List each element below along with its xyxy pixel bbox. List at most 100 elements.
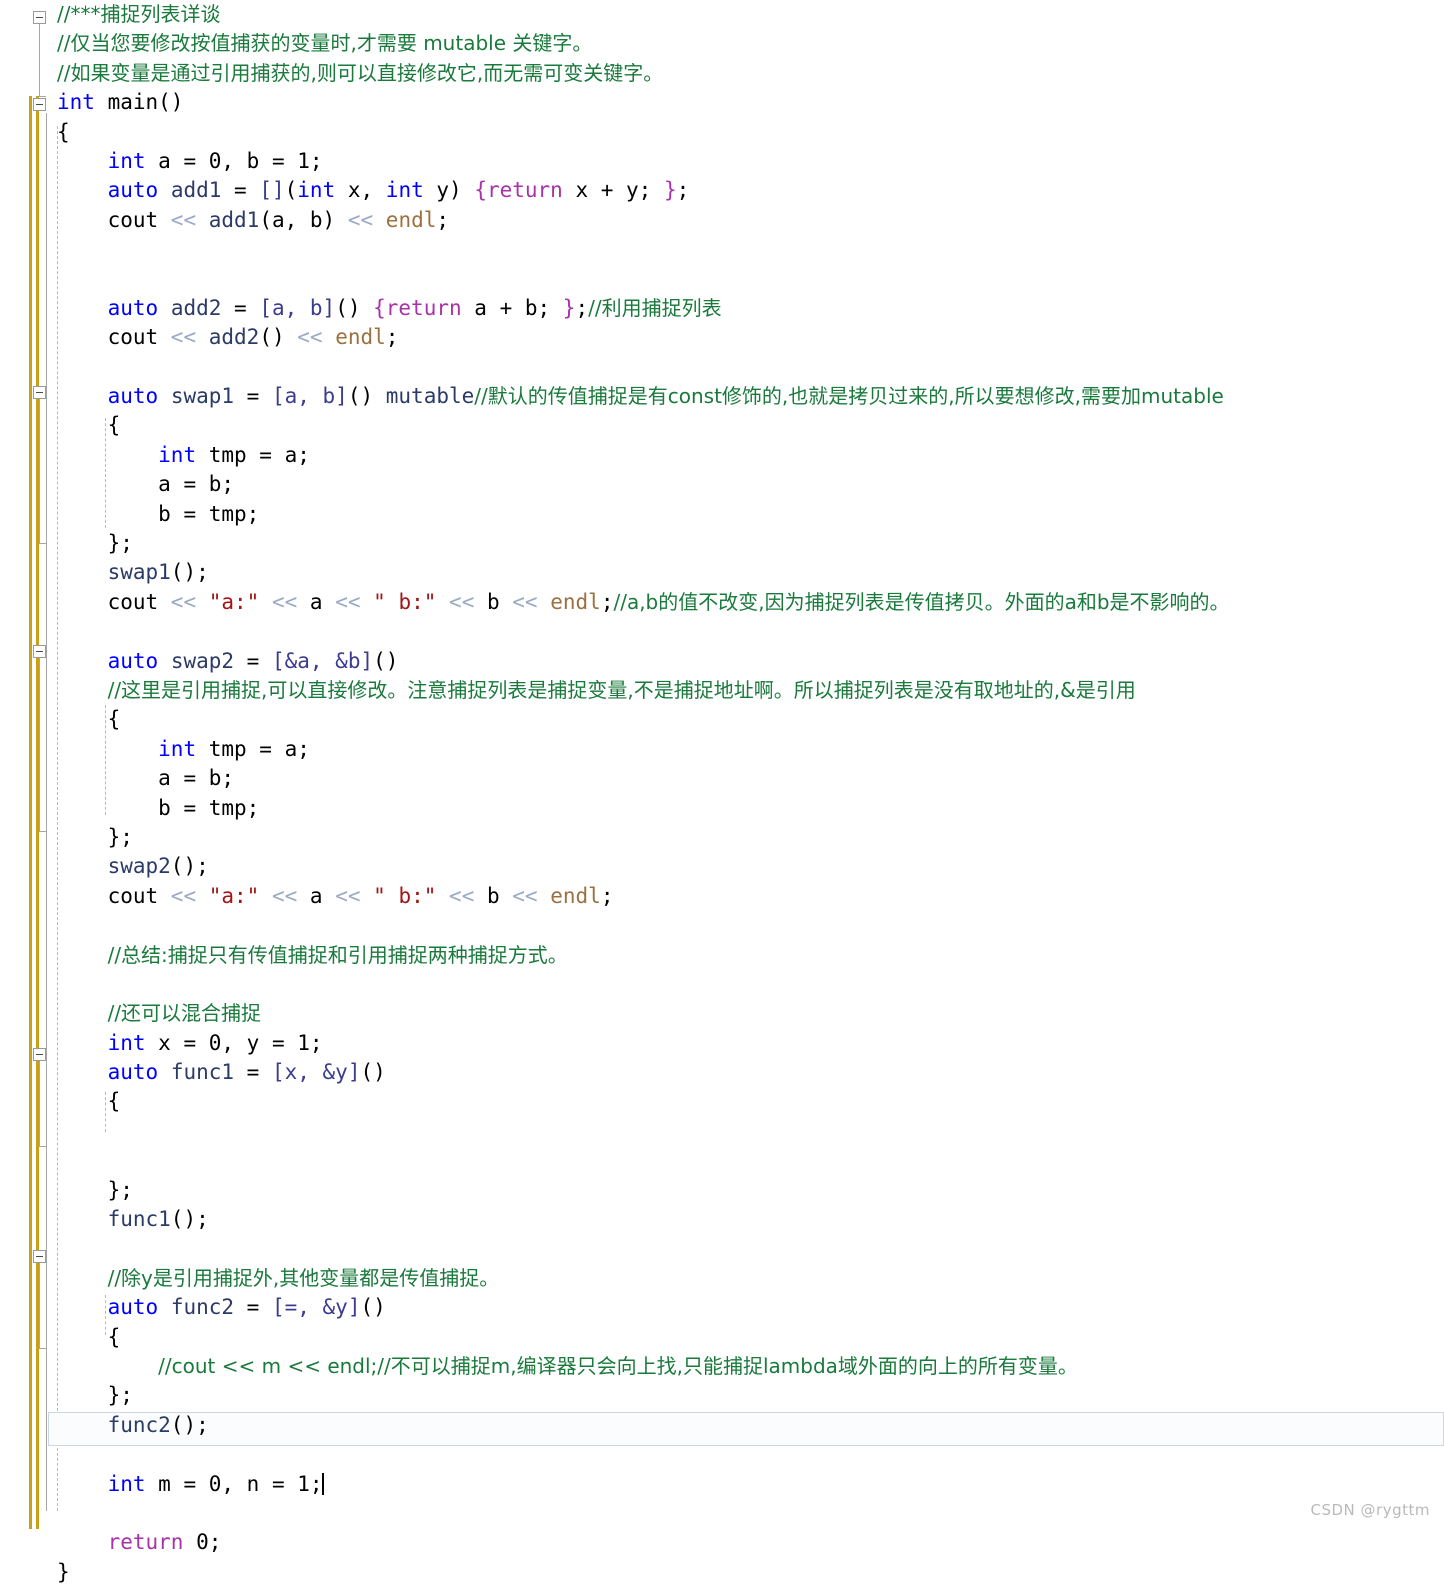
code-text-area[interactable]: //***捕捉列表详谈 //仅当您要修改按值捕获的变量时,才需要 mutable … bbox=[48, 0, 1444, 1587]
token-op: << bbox=[170, 207, 197, 232]
code-line[interactable]: //cout << m << endl;//不可以捕捉m,编译器只会向上找,只能… bbox=[48, 1352, 1444, 1381]
code-line[interactable]: //如果变量是通过引用捕获的,则可以直接修改它,而无需可变关键字。 bbox=[48, 59, 1444, 88]
code-line[interactable]: //总结:捕捉只有传值捕捉和引用捕捉两种捕捉方式。 bbox=[48, 941, 1444, 970]
code-line[interactable]: //***捕捉列表详谈 bbox=[48, 0, 1444, 29]
code-line[interactable] bbox=[48, 617, 1444, 646]
fold-toggle-func1[interactable] bbox=[33, 1048, 46, 1061]
code-line[interactable] bbox=[48, 1499, 1444, 1528]
code-line[interactable] bbox=[48, 1440, 1444, 1469]
fold-toggle-swap2[interactable] bbox=[33, 645, 46, 658]
token-brc: [a, b] bbox=[271, 384, 348, 409]
code-line[interactable]: int a = 0, b = 1; bbox=[48, 147, 1444, 176]
code-line[interactable]: auto add2 = [a, b]() {return a + b; };//… bbox=[48, 294, 1444, 323]
token-pln: = bbox=[234, 384, 272, 409]
token-pln: () bbox=[259, 325, 298, 350]
code-line[interactable]: cout << add1(a, b) << endl; bbox=[48, 206, 1444, 235]
code-line[interactable] bbox=[48, 235, 1444, 264]
token-ctl: {return bbox=[373, 295, 462, 320]
code-line[interactable]: { bbox=[48, 1087, 1444, 1116]
code-line[interactable]: auto func1 = [x, &y]() bbox=[48, 1058, 1444, 1087]
code-line[interactable]: auto swap1 = [a, b]() mutable//默认的传值捕捉是有… bbox=[48, 382, 1444, 411]
token-pln: b bbox=[474, 883, 513, 908]
code-line[interactable]: func1(); bbox=[48, 1205, 1444, 1234]
token-idf: mutable bbox=[385, 384, 475, 409]
code-line[interactable] bbox=[48, 1146, 1444, 1175]
token-pln: = bbox=[234, 1295, 272, 1320]
code-line[interactable]: { bbox=[48, 411, 1444, 440]
code-line[interactable]: cout << add2() << endl; bbox=[48, 323, 1444, 352]
code-line[interactable]: swap1(); bbox=[48, 558, 1444, 587]
code-line[interactable]: cout << "a:" << a << " b:" << b << endl; bbox=[48, 882, 1444, 911]
code-line[interactable]: int x = 0, y = 1; bbox=[48, 1029, 1444, 1058]
code-line[interactable]: //这里是引用捕捉,可以直接修改。注意捕捉列表是捕捉变量,不是捕捉地址啊。所以捕… bbox=[48, 676, 1444, 705]
code-line[interactable] bbox=[48, 265, 1444, 294]
code-line[interactable]: b = tmp; bbox=[48, 794, 1444, 823]
code-line[interactable] bbox=[48, 1234, 1444, 1263]
code-line[interactable]: auto func2 = [=, &y]() bbox=[48, 1293, 1444, 1322]
editor-gutter[interactable] bbox=[0, 0, 48, 1529]
token-pln: { bbox=[107, 413, 121, 438]
code-line[interactable]: //还可以混合捕捉 bbox=[48, 999, 1444, 1028]
code-line[interactable]: { bbox=[48, 118, 1444, 147]
code-line[interactable] bbox=[48, 353, 1444, 382]
code-line[interactable]: }; bbox=[48, 1381, 1444, 1410]
token-pln: () bbox=[373, 648, 399, 673]
token-kw: int bbox=[297, 178, 336, 203]
code-line[interactable]: } bbox=[48, 1558, 1444, 1587]
code-line[interactable]: cout << "a:" << a << " b:" << b << endl;… bbox=[48, 588, 1444, 617]
fold-toggle-main[interactable] bbox=[33, 98, 46, 111]
code-line[interactable]: }; bbox=[48, 529, 1444, 558]
token-idf: swap1 bbox=[170, 384, 235, 409]
code-line[interactable] bbox=[48, 911, 1444, 940]
code-line[interactable]: return 0; bbox=[48, 1528, 1444, 1557]
fold-toggle-func2[interactable] bbox=[33, 1250, 46, 1263]
code-line[interactable]: //除y是引用捕捉外,其他变量都是传值捕捉。 bbox=[48, 1264, 1444, 1293]
code-line[interactable]: int main() bbox=[48, 88, 1444, 117]
token-idf: add2 bbox=[170, 295, 222, 320]
code-line[interactable]: func2(); bbox=[48, 1411, 1444, 1440]
token-cmt: //还可以混合捕捉 bbox=[107, 1001, 262, 1026]
code-line[interactable]: auto add1 = [](int x, int y) {return x +… bbox=[48, 176, 1444, 205]
token-pln: }; bbox=[107, 1177, 133, 1202]
token-str: " b:" bbox=[373, 589, 437, 614]
code-line[interactable]: a = b; bbox=[48, 470, 1444, 499]
code-editor[interactable]: //***捕捉列表详谈 //仅当您要修改按值捕获的变量时,才需要 mutable … bbox=[0, 0, 1444, 1584]
token-std: endl bbox=[335, 325, 386, 350]
code-line[interactable]: //仅当您要修改按值捕获的变量时,才需要 mutable 关键字。 bbox=[48, 29, 1444, 58]
token-pln: 0; bbox=[183, 1530, 222, 1555]
token-idf: swap2 bbox=[170, 648, 235, 673]
code-line[interactable] bbox=[48, 970, 1444, 999]
code-line[interactable]: int m = 0, n = 1; bbox=[48, 1470, 1444, 1499]
code-line[interactable]: }; bbox=[48, 823, 1444, 852]
fold-region-foot-func2 bbox=[39, 1348, 46, 1349]
fold-toggle-swap1[interactable] bbox=[33, 386, 46, 399]
token-pln bbox=[373, 208, 386, 232]
code-line[interactable]: int tmp = a; bbox=[48, 441, 1444, 470]
code-line[interactable]: swap2(); bbox=[48, 852, 1444, 881]
token-std: endl bbox=[550, 883, 601, 908]
token-pln: { bbox=[57, 119, 70, 144]
token-pln: (); bbox=[170, 560, 209, 585]
token-str: "a:" bbox=[208, 883, 260, 908]
token-pln bbox=[361, 884, 374, 908]
code-line[interactable] bbox=[48, 1117, 1444, 1146]
code-line[interactable]: a = b; bbox=[48, 764, 1444, 793]
code-line[interactable]: { bbox=[48, 705, 1444, 734]
code-line[interactable]: b = tmp; bbox=[48, 500, 1444, 529]
token-pln: tmp = a; bbox=[196, 736, 310, 761]
code-line[interactable]: auto swap2 = [&a, &b]() bbox=[48, 647, 1444, 676]
code-line[interactable]: int tmp = a; bbox=[48, 735, 1444, 764]
token-kw: int bbox=[385, 178, 424, 203]
code-line[interactable]: }; bbox=[48, 1176, 1444, 1205]
token-pln: ; bbox=[600, 589, 614, 614]
code-line[interactable]: { bbox=[48, 1323, 1444, 1352]
fold-toggle-comment-block[interactable] bbox=[33, 11, 46, 24]
